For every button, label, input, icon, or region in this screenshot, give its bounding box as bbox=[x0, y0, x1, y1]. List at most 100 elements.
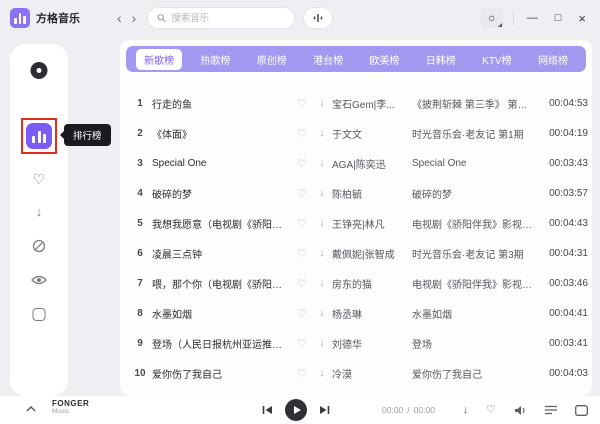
sidebar-item-slash[interactable] bbox=[32, 239, 46, 253]
download-icon[interactable]: ↓ bbox=[312, 367, 332, 379]
tab-new-songs[interactable]: 新歌榜 bbox=[136, 49, 182, 70]
download-icon[interactable]: ↓ bbox=[312, 217, 332, 229]
download-icon[interactable]: ↓ bbox=[312, 187, 332, 199]
volume-icon[interactable] bbox=[514, 405, 527, 416]
tab-jp-kr[interactable]: 日韩榜 bbox=[418, 49, 464, 70]
song-album: 水墨如烟 bbox=[412, 306, 540, 321]
current-time: 00:00 bbox=[382, 405, 403, 415]
next-track-button[interactable] bbox=[319, 405, 330, 415]
play-button[interactable] bbox=[285, 399, 307, 421]
like-icon[interactable]: ♡ bbox=[292, 367, 312, 380]
heart-icon[interactable]: ♡ bbox=[486, 405, 496, 416]
chevron-up-icon bbox=[26, 406, 36, 412]
playlist-icon[interactable] bbox=[545, 405, 557, 415]
song-row[interactable]: 8 水墨如烟 ♡ ↓ 杨丞琳 水墨如烟 00:04:41 bbox=[128, 298, 588, 328]
maximize-button[interactable]: □ bbox=[551, 11, 566, 26]
search-box[interactable] bbox=[147, 7, 295, 29]
time-display: 00:00 / 00:00 bbox=[382, 396, 435, 424]
tab-network[interactable]: 网络榜 bbox=[530, 49, 576, 70]
previous-track-button[interactable] bbox=[262, 405, 273, 415]
song-title: 破碎的梦 bbox=[152, 186, 292, 201]
heart-icon: ♡ bbox=[33, 172, 46, 186]
download-icon[interactable]: ↓ bbox=[312, 157, 332, 169]
like-icon[interactable]: ♡ bbox=[292, 187, 312, 200]
rounded-square-icon bbox=[33, 308, 46, 321]
song-title: 水墨如烟 bbox=[152, 306, 292, 321]
annotation-highlight-box bbox=[21, 118, 57, 154]
slash-circle-icon bbox=[32, 239, 46, 253]
download-icon[interactable]: ↓ bbox=[312, 247, 332, 259]
like-icon[interactable]: ♡ bbox=[292, 97, 312, 110]
mini-player-icon[interactable] bbox=[575, 405, 588, 416]
song-row[interactable]: 1 行走的鱼 ♡ ↓ 宝石Gem|李... 《披荆斩棘 第三季》 第4期 00:… bbox=[128, 88, 588, 118]
main-panel: 新歌榜 热歌榜 原创榜 港台榜 欧美榜 日韩榜 KTV榜 网络榜 1 行走的鱼 … bbox=[120, 40, 592, 396]
tab-western[interactable]: 欧美榜 bbox=[361, 49, 407, 70]
back-button[interactable]: ‹ bbox=[112, 9, 127, 27]
song-duration: 00:03:57 bbox=[540, 188, 588, 199]
download-icon[interactable]: ↓ bbox=[312, 337, 332, 349]
song-artist: 王铮亮|林凡 bbox=[332, 216, 412, 231]
like-icon[interactable]: ♡ bbox=[292, 247, 312, 260]
like-icon[interactable]: ♡ bbox=[292, 157, 312, 170]
song-duration: 00:04:03 bbox=[540, 368, 588, 379]
player-brand: FONGER Music bbox=[52, 399, 89, 416]
like-icon[interactable]: ♡ bbox=[292, 127, 312, 140]
song-row[interactable]: 6 凌晨三点钟 ♡ ↓ 戴佩妮|张智成 时光音乐会·老友记 第3期 00:04:… bbox=[128, 238, 588, 268]
theme-caret-icon bbox=[498, 23, 502, 27]
disc-icon bbox=[31, 62, 48, 79]
theme-button[interactable]: ☼ bbox=[480, 8, 504, 28]
forward-button[interactable]: › bbox=[127, 9, 142, 27]
music-recognition-button[interactable] bbox=[303, 7, 333, 29]
song-row[interactable]: 10 爱你伤了我自己 ♡ ↓ 冷漠 爱你伤了我自己 00:04:03 bbox=[128, 358, 588, 388]
song-album: 时光音乐会·老友记 第3期 bbox=[412, 246, 540, 261]
like-icon[interactable]: ♡ bbox=[292, 337, 312, 350]
like-icon[interactable]: ♡ bbox=[292, 217, 312, 230]
download-icon: ↓ bbox=[36, 205, 43, 218]
song-row[interactable]: 7 喂，那个你（电视剧《骄阳伴我》... ♡ ↓ 房东的猫 电视剧《骄阳伴我》影… bbox=[128, 268, 588, 298]
song-row[interactable]: 3 Special One ♡ ↓ AGA|陈奕迅 Special One 00… bbox=[128, 148, 588, 178]
song-artist: 陈柏毓 bbox=[332, 186, 412, 201]
search-input[interactable] bbox=[171, 13, 285, 24]
song-album: Special One bbox=[412, 158, 540, 169]
sidebar-item-music[interactable] bbox=[31, 62, 48, 79]
song-duration: 00:04:53 bbox=[540, 98, 588, 109]
song-album: 《披荆斩棘 第三季》 第4期 bbox=[412, 96, 540, 111]
music-recognition-icon bbox=[312, 12, 324, 24]
song-title: 行走的鱼 bbox=[152, 96, 292, 111]
sidebar-item-favorites[interactable]: ♡ bbox=[33, 172, 46, 186]
close-button[interactable]: × bbox=[574, 10, 590, 27]
download-icon[interactable]: ↓ bbox=[312, 97, 332, 109]
download-icon[interactable]: ↓ bbox=[312, 277, 332, 289]
download-icon[interactable]: ↓ bbox=[312, 307, 332, 319]
minimize-button[interactable]: — bbox=[523, 11, 542, 26]
song-album: 电视剧《骄阳伴我》影视原声大... bbox=[412, 276, 540, 291]
tab-original[interactable]: 原创榜 bbox=[249, 49, 295, 70]
topbar: 方格音乐 ‹ › ☼ — □ × bbox=[0, 0, 600, 36]
song-index: 2 bbox=[128, 128, 152, 139]
song-row[interactable]: 4 破碎的梦 ♡ ↓ 陈柏毓 破碎的梦 00:03:57 bbox=[128, 178, 588, 208]
song-duration: 00:03:46 bbox=[540, 278, 588, 289]
download-icon[interactable]: ↓ bbox=[312, 127, 332, 139]
song-row[interactable]: 5 我想我愿意（电视剧《骄阳伴我》... ♡ ↓ 王铮亮|林凡 电视剧《骄阳伴我… bbox=[128, 208, 588, 238]
like-icon[interactable]: ♡ bbox=[292, 307, 312, 320]
sidebar-item-download[interactable]: ↓ bbox=[36, 205, 43, 218]
expand-player-button[interactable] bbox=[26, 399, 36, 417]
song-artist: 宝石Gem|李... bbox=[332, 96, 412, 111]
tab-hk-tw[interactable]: 港台榜 bbox=[305, 49, 351, 70]
sidebar-item-eye[interactable] bbox=[31, 274, 47, 286]
song-index: 3 bbox=[128, 158, 152, 169]
song-duration: 00:03:41 bbox=[540, 338, 588, 349]
song-row[interactable]: 9 登场（人民日报杭州亚运推广曲） ♡ ↓ 刘德华 登场 00:03:41 bbox=[128, 328, 588, 358]
song-album: 时光音乐会·老友记 第1期 bbox=[412, 126, 540, 141]
sidebar-item-apps[interactable] bbox=[33, 308, 46, 321]
song-duration: 00:03:43 bbox=[540, 158, 588, 169]
like-icon[interactable]: ♡ bbox=[292, 277, 312, 290]
song-index: 7 bbox=[128, 278, 152, 289]
play-icon bbox=[294, 406, 301, 414]
song-duration: 00:04:41 bbox=[540, 308, 588, 319]
tab-ktv[interactable]: KTV榜 bbox=[474, 49, 519, 70]
song-index: 9 bbox=[128, 338, 152, 349]
tab-hot-songs[interactable]: 热歌榜 bbox=[192, 49, 238, 70]
song-row[interactable]: 2 《体面》 ♡ ↓ 于文文 时光音乐会·老友记 第1期 00:04:19 bbox=[128, 118, 588, 148]
download-icon[interactable]: ↓ bbox=[463, 405, 469, 416]
